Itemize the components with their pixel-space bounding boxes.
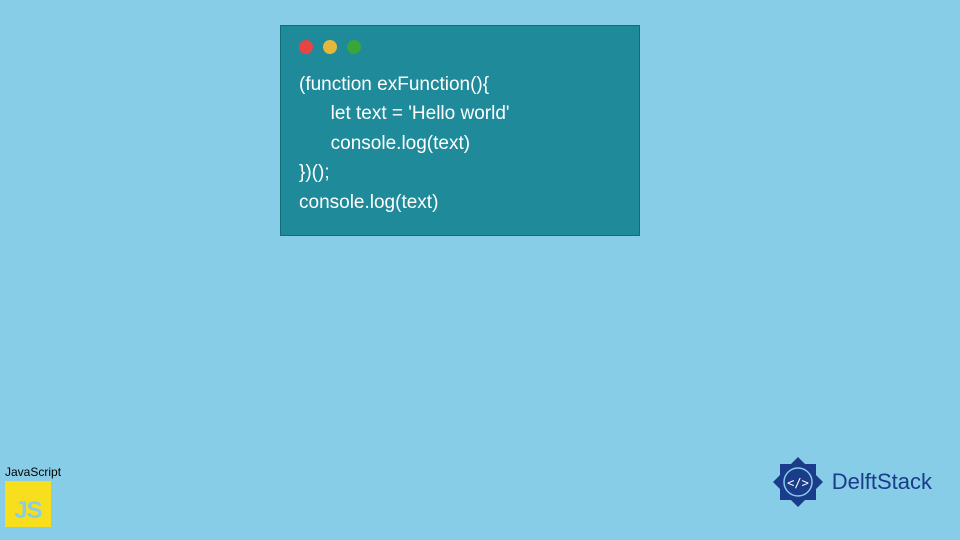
javascript-label: JavaScript <box>5 465 61 479</box>
window-controls <box>299 40 621 54</box>
maximize-dot <box>347 40 361 54</box>
javascript-logo-text: JS <box>14 497 41 527</box>
code-block: (function exFunction(){ let text = 'Hell… <box>280 25 640 236</box>
brand-name: DelftStack <box>832 469 932 495</box>
close-dot <box>299 40 313 54</box>
brand-container: </> DelftStack <box>770 454 932 510</box>
svg-text:</>: </> <box>787 476 809 490</box>
code-line: console.log(text) <box>299 192 438 213</box>
javascript-logo-icon: JS <box>5 481 51 527</box>
minimize-dot <box>323 40 337 54</box>
code-content: (function exFunction(){ let text = 'Hell… <box>299 70 621 217</box>
code-line: let text = 'Hello world' <box>299 103 510 124</box>
javascript-badge: JavaScript JS <box>5 465 61 527</box>
brand-logo-icon: </> <box>770 454 826 510</box>
code-line: console.log(text) <box>299 133 470 154</box>
code-line: (function exFunction(){ <box>299 74 489 95</box>
code-line: })(); <box>299 162 330 183</box>
